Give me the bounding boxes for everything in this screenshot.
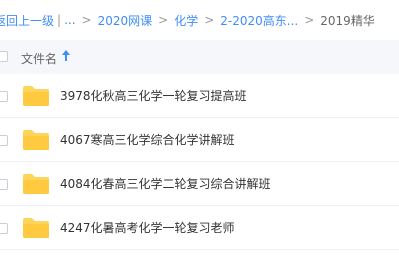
- file-name[interactable]: 4247化暑高考化学一轮复习老师: [60, 219, 235, 236]
- list-item[interactable]: 4067寒高三化学综合化学讲解班: [0, 118, 399, 162]
- breadcrumb-item-2020gaodong[interactable]: 2-2020高东...: [220, 12, 298, 29]
- breadcrumb-separator: >: [158, 13, 169, 27]
- list-item[interactable]: 4247化暑高考化学一轮复习老师: [0, 206, 399, 250]
- breadcrumb-item-2020wangke[interactable]: 2020网课: [98, 12, 153, 29]
- column-header-filename[interactable]: 文件名: [21, 50, 57, 67]
- folder-icon: [22, 85, 50, 107]
- arrow-up-icon[interactable]: [61, 48, 71, 67]
- folder-icon: [22, 217, 50, 239]
- list-header: 文件名: [0, 40, 399, 74]
- file-browser: 返回上一级 | ... > 2020网课 > 化学 > 2-2020高东... …: [0, 0, 399, 256]
- row-checkbox[interactable]: [0, 179, 8, 190]
- breadcrumb-ellipsis[interactable]: ...: [64, 13, 75, 27]
- list-item[interactable]: 4084化春高三化学二轮复习综合讲解班: [0, 162, 399, 206]
- breadcrumb-current: 2019精华: [320, 13, 375, 28]
- back-link[interactable]: 返回上一级: [0, 12, 54, 29]
- breadcrumb-separator: |: [57, 13, 62, 27]
- select-all-checkbox[interactable]: [0, 51, 8, 62]
- breadcrumb: 返回上一级 | ... > 2020网课 > 化学 > 2-2020高东... …: [0, 0, 399, 40]
- file-name[interactable]: 4084化春高三化学二轮复习综合讲解班: [60, 175, 271, 192]
- breadcrumb-item-huaxue[interactable]: 化学: [174, 12, 198, 29]
- row-checkbox[interactable]: [0, 223, 8, 234]
- breadcrumb-separator: >: [204, 13, 215, 27]
- file-name[interactable]: 4067寒高三化学综合化学讲解班: [60, 131, 235, 148]
- list-item[interactable]: 3978化秋高三化学一轮复习提高班: [0, 74, 399, 118]
- breadcrumb-separator: >: [81, 13, 92, 27]
- folder-icon: [22, 173, 50, 195]
- folder-icon: [22, 129, 50, 151]
- breadcrumb-separator: >: [304, 13, 315, 27]
- row-checkbox[interactable]: [0, 135, 8, 146]
- row-checkbox[interactable]: [0, 91, 8, 102]
- file-name[interactable]: 3978化秋高三化学一轮复习提高班: [60, 87, 247, 104]
